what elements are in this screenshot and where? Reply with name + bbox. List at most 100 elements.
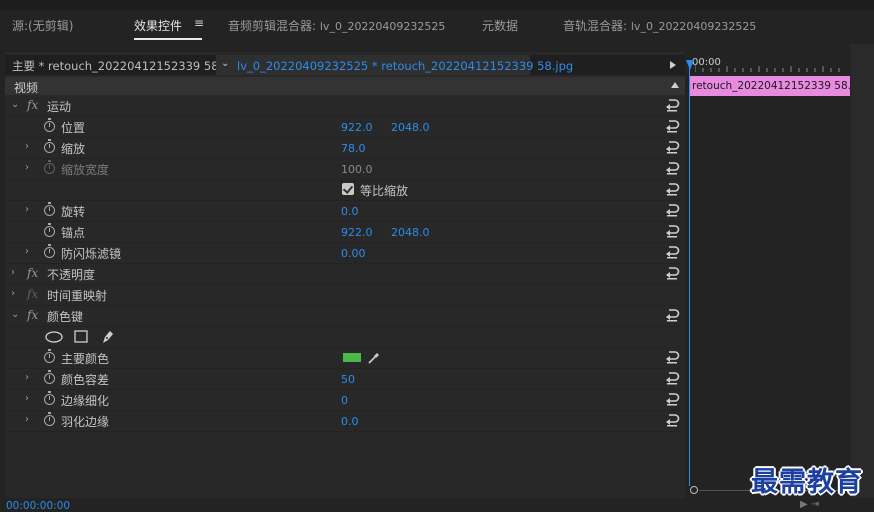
effect-controls-panel: 主要 * retouch_20220412152339 58.jpg ⌄ lv_… [5, 52, 685, 498]
zoom-handle[interactable] [690, 486, 698, 494]
param-row-uniform-scale[interactable]: 等比缩放 [5, 180, 685, 201]
reset-icon[interactable] [664, 224, 680, 238]
param-row-edge-thin[interactable]: › 边缘细化 0 [5, 390, 685, 411]
param-row-rotation[interactable]: › 旋转 0.0 [5, 201, 685, 222]
playhead-line[interactable] [689, 68, 690, 486]
reset-icon[interactable] [664, 392, 680, 406]
param-value[interactable]: 50 [341, 373, 355, 386]
param-row-feather[interactable]: › 羽化边缘 0.0 [5, 411, 685, 432]
param-value[interactable]: 0 [341, 394, 348, 407]
param-value[interactable]: 0.00 [341, 247, 366, 260]
active-tab-underline [134, 38, 203, 40]
param-value-y[interactable]: 2048.0 [391, 226, 430, 239]
effect-row-color-key[interactable]: ⌄ fx 颜色键 [5, 306, 685, 327]
reset-icon[interactable] [664, 98, 680, 112]
param-row-tolerance[interactable]: › 颜色容差 50 [5, 369, 685, 390]
effect-row-time-remap[interactable]: › fx 时间重映射 [5, 285, 685, 306]
tab-metadata[interactable]: 元数据 [482, 17, 518, 34]
param-row-scale[interactable]: › 缩放 78.0 [5, 138, 685, 159]
tab-audio-clip-mixer-label: 音频剪辑混合器: [228, 19, 317, 33]
effect-timeline[interactable] [686, 52, 850, 498]
param-value[interactable]: 0.0 [341, 205, 359, 218]
twirl-open-icon[interactable]: ⌄ [11, 99, 19, 110]
chevron-down-icon: ⌄ [221, 58, 230, 69]
fx-icon[interactable]: fx [27, 308, 38, 322]
stopwatch-icon[interactable] [44, 370, 55, 384]
twirl-closed-icon[interactable]: › [25, 414, 29, 425]
stopwatch-icon[interactable] [44, 223, 55, 237]
param-value[interactable]: 0.0 [341, 415, 359, 428]
reset-icon[interactable] [664, 203, 680, 217]
tab-source[interactable]: 源:(无剪辑) [12, 17, 73, 34]
param-name: 主要颜色 [61, 352, 110, 366]
stopwatch-icon [44, 160, 55, 174]
stopwatch-icon[interactable] [44, 202, 55, 216]
watermark-logo: 最需教育 [751, 467, 863, 498]
stopwatch-icon[interactable] [44, 139, 55, 153]
reset-icon[interactable] [664, 245, 680, 259]
key-color-swatch[interactable] [343, 353, 361, 362]
reset-icon[interactable] [664, 140, 680, 154]
scroll-up-icon[interactable] [671, 82, 679, 88]
eyedropper-icon[interactable] [367, 351, 381, 365]
stopwatch-icon[interactable] [44, 391, 55, 405]
twirl-open-icon[interactable]: ⌄ [11, 309, 19, 320]
param-name: 羽化边缘 [61, 415, 110, 429]
playhead-handle[interactable] [686, 60, 694, 70]
stopwatch-icon[interactable] [44, 349, 55, 363]
twirl-closed-icon[interactable]: › [25, 162, 29, 173]
tab-audio-clip-mixer[interactable]: 音频剪辑混合器: lv_0_20220409232525 [228, 17, 445, 34]
uniform-scale-checkbox[interactable] [342, 183, 354, 195]
stopwatch-icon[interactable] [44, 412, 55, 426]
twirl-closed-icon[interactable]: › [25, 372, 29, 383]
ellipse-mask-icon[interactable] [45, 331, 63, 343]
twirl-closed-icon[interactable]: › [25, 141, 29, 152]
playback-icons[interactable]: ▶ ⇥ [800, 499, 819, 510]
param-row-anchor[interactable]: 锚点 922.0 2048.0 [5, 222, 685, 243]
twirl-closed-icon[interactable]: › [11, 288, 15, 299]
clip-bar: 主要 * retouch_20220412152339 58.jpg ⌄ lv_… [5, 55, 685, 75]
reset-icon[interactable] [664, 413, 680, 427]
fx-icon: fx [27, 287, 39, 301]
stopwatch-icon[interactable] [44, 118, 55, 132]
twirl-closed-icon[interactable]: › [11, 267, 15, 278]
tab-effect-controls[interactable]: 效果控件 [134, 17, 203, 40]
section-video-header: 视频 [5, 77, 685, 95]
effect-row-opacity[interactable]: › fx 不透明度 [5, 264, 685, 285]
effect-row-motion[interactable]: ⌄ fx 运动 [5, 96, 685, 117]
master-clip-label[interactable]: 主要 * retouch_20220412152339 58.jpg [12, 58, 240, 74]
reset-icon[interactable] [664, 371, 680, 385]
param-row-position[interactable]: 位置 922.0 2048.0 [5, 117, 685, 138]
param-row-key-color[interactable]: 主要颜色 [5, 348, 685, 369]
fx-icon[interactable]: fx [27, 98, 38, 112]
param-value-x[interactable]: 922.0 [341, 226, 373, 239]
reset-icon[interactable] [664, 161, 680, 175]
tab-track-mixer[interactable]: 音轨混合器: lv_0_20220409232525 [563, 17, 756, 34]
tab-menu-icon[interactable]: ≡ [194, 16, 204, 30]
reset-icon[interactable] [664, 266, 680, 280]
effect-name: 运动 [47, 100, 72, 114]
timeline-clip[interactable]: retouch_20220412152339 58.jpg [690, 76, 867, 96]
time-ruler-ticks[interactable] [695, 64, 845, 72]
current-timecode[interactable]: 00:00:00:00 [6, 500, 70, 512]
reset-icon[interactable] [664, 308, 680, 322]
play-triangle-icon[interactable] [670, 61, 676, 69]
sequence-clip-selector[interactable]: ⌄ lv_0_20220409232525 * retouch_20220412… [216, 55, 573, 75]
rectangle-mask-icon[interactable] [74, 330, 88, 343]
twirl-closed-icon[interactable]: › [25, 246, 29, 257]
reset-icon[interactable] [664, 350, 680, 364]
reset-icon[interactable] [664, 182, 680, 196]
param-value-y[interactable]: 2048.0 [391, 121, 430, 134]
reset-icon[interactable] [664, 119, 680, 133]
param-row-scale-width[interactable]: › 缩放宽度 100.0 [5, 159, 685, 180]
param-name: 缩放宽度 [61, 163, 110, 177]
param-value[interactable]: 78.0 [341, 142, 366, 155]
twirl-closed-icon[interactable]: › [25, 393, 29, 404]
stopwatch-icon[interactable] [44, 244, 55, 258]
fx-icon[interactable]: fx [27, 266, 38, 280]
param-value-x[interactable]: 922.0 [341, 121, 373, 134]
pen-mask-icon[interactable] [101, 329, 115, 344]
twirl-closed-icon[interactable]: › [25, 204, 29, 215]
param-name: 缩放 [61, 142, 86, 156]
param-row-antiflicker[interactable]: › 防闪烁滤镜 0.00 [5, 243, 685, 264]
